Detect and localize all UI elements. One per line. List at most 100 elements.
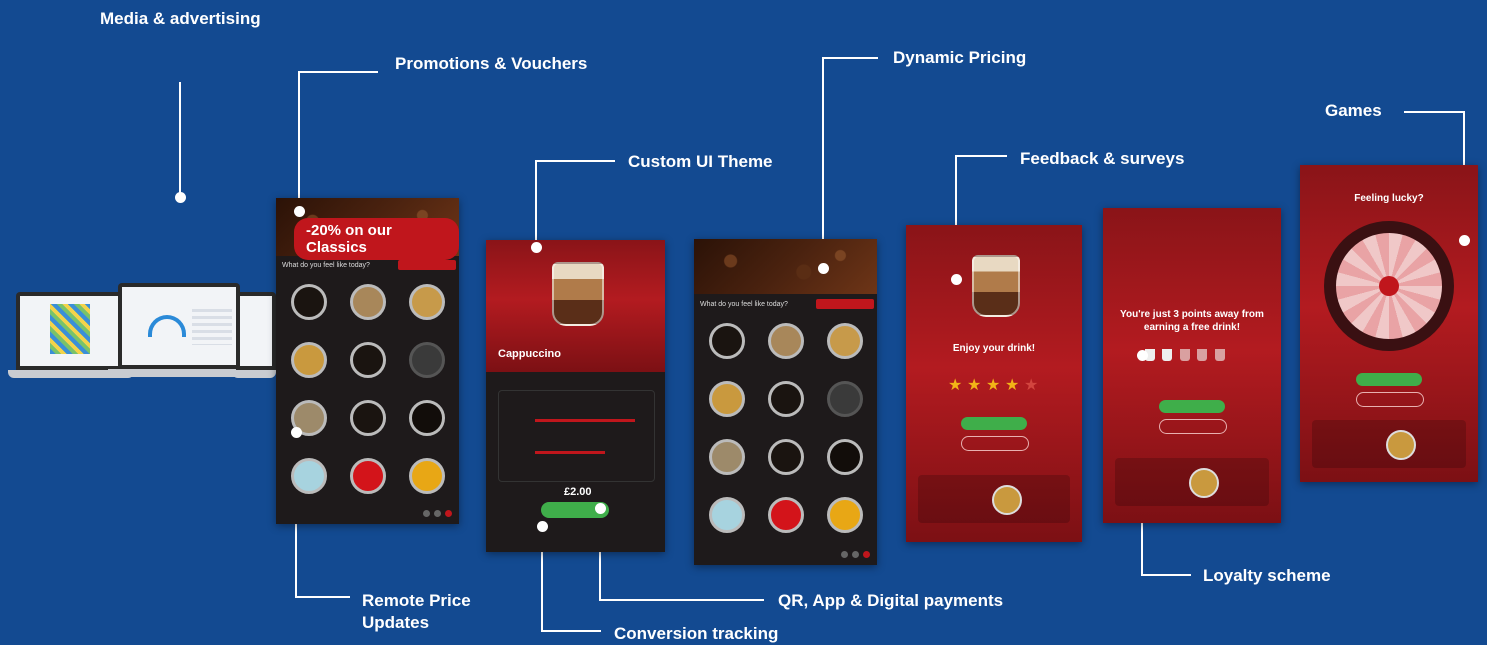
drink-tile[interactable] bbox=[341, 276, 394, 328]
promotions-screen: -20% on our Classics What do you feel li… bbox=[276, 198, 459, 524]
star-icon[interactable]: ★ bbox=[1024, 375, 1038, 395]
marker-dot-conversion bbox=[537, 521, 548, 532]
no-thanks-button[interactable] bbox=[1356, 392, 1424, 407]
promo-banner[interactable]: -20% on our Classics bbox=[294, 218, 459, 260]
dynamic-pricing-screen: What do you feel like today? bbox=[694, 239, 877, 565]
label-games: Games bbox=[1325, 101, 1382, 120]
drink-tile[interactable] bbox=[282, 450, 335, 502]
drink-grid bbox=[700, 315, 871, 541]
label-custom-ui-theme: Custom UI Theme bbox=[628, 152, 773, 171]
marker-dot-promotions bbox=[294, 206, 305, 217]
submit-feedback-button[interactable] bbox=[961, 417, 1027, 430]
games-screen: Feeling lucky? bbox=[1300, 165, 1478, 482]
leader-line-custom-h bbox=[535, 160, 615, 162]
spin-button[interactable] bbox=[1379, 276, 1399, 296]
leader-line-media bbox=[179, 82, 181, 197]
feedback-screen: Enjoy your drink! ★ ★ ★ ★ ★ bbox=[906, 225, 1082, 542]
drink-tile[interactable] bbox=[700, 315, 753, 367]
drink-tile[interactable] bbox=[282, 276, 335, 328]
drink-tile[interactable] bbox=[700, 489, 753, 541]
drink-tile[interactable] bbox=[700, 431, 753, 483]
drink-tile[interactable] bbox=[400, 450, 453, 502]
coffee-beans-image bbox=[694, 239, 877, 294]
drink-tile[interactable] bbox=[759, 489, 812, 541]
collect-points-button[interactable] bbox=[1159, 400, 1225, 413]
drink-tile[interactable] bbox=[400, 334, 453, 386]
drink-tile[interactable] bbox=[341, 450, 394, 502]
drink-tile[interactable] bbox=[341, 392, 394, 444]
leader-line-dynamic-v bbox=[822, 57, 824, 268]
game-title: Feeling lucky? bbox=[1354, 193, 1424, 204]
drink-options-panel bbox=[498, 390, 655, 482]
label-remote-price-updates: Remote Price Updates bbox=[362, 591, 471, 632]
drink-tile[interactable] bbox=[759, 431, 812, 483]
marker-dot-games bbox=[1459, 235, 1470, 246]
loyalty-cups bbox=[1145, 348, 1225, 366]
leader-line-promotions-v bbox=[298, 71, 300, 211]
loyalty-screen: You're just 3 points away from earning a… bbox=[1103, 208, 1281, 523]
leader-line-games-h bbox=[1404, 111, 1464, 113]
label-qr-app-digital-payments: QR, App & Digital payments bbox=[778, 591, 1004, 610]
drink-tile[interactable] bbox=[282, 392, 335, 444]
page-dots bbox=[841, 551, 871, 559]
drink-tile[interactable] bbox=[818, 431, 871, 483]
menu-filter-button[interactable] bbox=[398, 260, 456, 270]
coffee-cup-image bbox=[972, 255, 1020, 317]
leader-line-remote-h bbox=[295, 596, 350, 598]
laptop-center bbox=[118, 283, 240, 369]
strength-slider[interactable] bbox=[535, 419, 635, 422]
marker-dot-loyalty bbox=[1137, 350, 1148, 361]
prize-wheel-rim bbox=[1324, 221, 1454, 351]
coffee-cup-image bbox=[552, 262, 604, 326]
upsell-card[interactable] bbox=[1115, 458, 1269, 506]
feedback-title: Enjoy your drink! bbox=[952, 343, 1036, 354]
drink-tile[interactable] bbox=[759, 315, 812, 367]
laptop-right bbox=[236, 292, 276, 370]
upsell-card[interactable] bbox=[918, 475, 1070, 523]
label-promotions-vouchers: Promotions & Vouchers bbox=[395, 54, 588, 73]
label-conversion-tracking: Conversion tracking bbox=[614, 624, 779, 643]
star-icon[interactable]: ★ bbox=[1005, 375, 1019, 395]
leader-line-qr-h bbox=[599, 599, 764, 601]
drink-tile[interactable] bbox=[818, 489, 871, 541]
label-feedback-surveys: Feedback & surveys bbox=[1020, 149, 1185, 168]
laptop-left bbox=[16, 292, 126, 370]
leader-line-custom-v bbox=[535, 160, 537, 247]
drink-tile[interactable] bbox=[759, 373, 812, 425]
report-issue-button[interactable] bbox=[961, 436, 1029, 451]
drink-grid bbox=[282, 276, 453, 502]
leader-line-dynamic-h bbox=[822, 57, 878, 59]
menu-filter-button[interactable] bbox=[816, 299, 874, 309]
drink-tile[interactable] bbox=[400, 392, 453, 444]
label-loyalty-scheme: Loyalty scheme bbox=[1203, 566, 1331, 585]
play-button[interactable] bbox=[1356, 373, 1422, 386]
loyalty-info-button[interactable] bbox=[1159, 419, 1227, 434]
custom-ui-screen: Cappuccino £2.00 bbox=[486, 240, 665, 552]
leader-line-promotions-h bbox=[298, 71, 378, 73]
label-media-advertising: Media & advertising bbox=[100, 9, 261, 28]
drink-tile[interactable] bbox=[818, 373, 871, 425]
leader-line-loyalty-h bbox=[1141, 574, 1191, 576]
marker-dot-qr-app bbox=[595, 503, 606, 514]
drink-tile[interactable] bbox=[818, 315, 871, 367]
page-dots bbox=[423, 510, 453, 518]
star-icon[interactable]: ★ bbox=[986, 375, 1000, 395]
menu-question: What do you feel like today? bbox=[700, 301, 788, 308]
label-dynamic-pricing: Dynamic Pricing bbox=[893, 48, 1027, 67]
star-icon[interactable]: ★ bbox=[967, 375, 981, 395]
marker-dot-dynamic-pricing bbox=[818, 263, 829, 274]
drink-tile[interactable] bbox=[400, 276, 453, 328]
menu-question: What do you feel like today? bbox=[282, 262, 370, 269]
custom-price: £2.00 bbox=[564, 486, 592, 498]
custom-drink-name: Cappuccino bbox=[498, 348, 561, 360]
star-icon[interactable]: ★ bbox=[948, 375, 962, 395]
leader-line-conversion-h bbox=[541, 630, 601, 632]
upsell-card[interactable] bbox=[1312, 420, 1466, 468]
drink-tile[interactable] bbox=[341, 334, 394, 386]
marker-dot-remote-price bbox=[291, 427, 302, 438]
size-slider[interactable] bbox=[535, 451, 605, 454]
drink-tile[interactable] bbox=[282, 334, 335, 386]
drink-tile[interactable] bbox=[700, 373, 753, 425]
marker-dot-feedback bbox=[951, 274, 962, 285]
loyalty-message: You're just 3 points away from earning a… bbox=[1120, 309, 1264, 333]
